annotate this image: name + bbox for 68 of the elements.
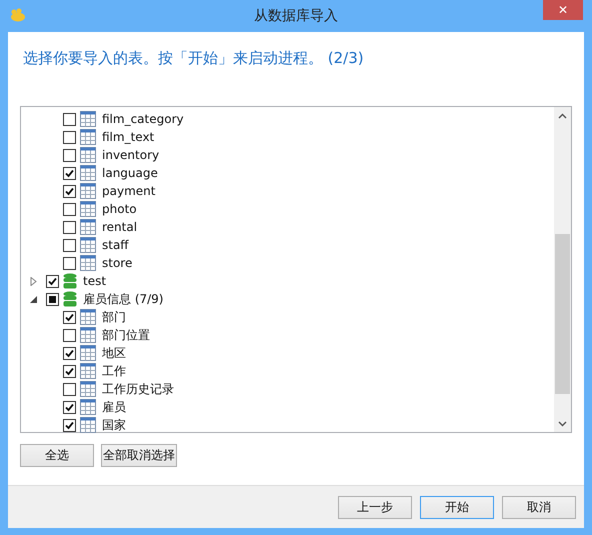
table-icon bbox=[80, 381, 96, 397]
table-name[interactable]: film_text bbox=[102, 130, 154, 144]
table-name[interactable]: payment bbox=[102, 184, 156, 198]
checkbox[interactable] bbox=[63, 238, 76, 252]
table-name[interactable]: photo bbox=[102, 202, 137, 216]
checkbox[interactable] bbox=[63, 112, 76, 126]
window-title: 从数据库导入 bbox=[254, 7, 338, 25]
database-name[interactable]: 雇员信息 (7/9) bbox=[83, 290, 164, 308]
table-name[interactable]: language bbox=[102, 166, 158, 180]
checkbox[interactable] bbox=[46, 274, 59, 288]
checkbox[interactable] bbox=[63, 130, 76, 144]
footer-button[interactable]: 上一步 bbox=[338, 496, 412, 518]
footer-button[interactable]: 取消 bbox=[502, 496, 576, 518]
database-icon bbox=[63, 273, 77, 289]
checkbox[interactable] bbox=[63, 166, 76, 180]
checkbox[interactable] bbox=[63, 220, 76, 234]
deselect-all-button[interactable]: 全部取消选择 bbox=[101, 444, 177, 467]
table-icon bbox=[80, 111, 96, 127]
scrollbar[interactable] bbox=[554, 107, 571, 432]
footer-button[interactable]: 开始 bbox=[420, 496, 494, 518]
table-name[interactable]: staff bbox=[102, 238, 129, 252]
checkbox[interactable] bbox=[63, 202, 76, 216]
database-icon bbox=[63, 291, 77, 307]
table-icon bbox=[80, 255, 96, 271]
table-name[interactable]: 部门位置 bbox=[102, 326, 150, 344]
checkbox[interactable] bbox=[46, 292, 59, 306]
table-icon bbox=[80, 237, 96, 253]
instruction-text: 选择你要导入的表。按「开始」来启动进程。 (2/3) bbox=[23, 49, 365, 69]
table-name[interactable]: 雇员 bbox=[102, 398, 126, 416]
table-icon bbox=[80, 399, 96, 415]
checkbox[interactable] bbox=[63, 184, 76, 198]
table-icon bbox=[80, 417, 96, 433]
checkbox[interactable] bbox=[63, 148, 76, 162]
table-icon bbox=[80, 327, 96, 343]
checkbox[interactable] bbox=[63, 418, 76, 432]
table-name[interactable]: 地区 bbox=[102, 344, 126, 362]
table-icon bbox=[80, 183, 96, 199]
table-name[interactable]: rental bbox=[102, 220, 138, 234]
checkbox[interactable] bbox=[63, 310, 76, 324]
table-icon bbox=[80, 129, 96, 145]
checkbox[interactable] bbox=[63, 400, 76, 414]
table-name[interactable]: 工作历史记录 bbox=[102, 380, 174, 398]
checkbox[interactable] bbox=[63, 364, 76, 378]
table-icon bbox=[80, 219, 96, 235]
table-name[interactable]: 国家 bbox=[102, 416, 126, 434]
table-name[interactable]: 工作 bbox=[102, 362, 126, 380]
checkbox[interactable] bbox=[63, 346, 76, 360]
checkbox[interactable] bbox=[63, 328, 76, 342]
table-name[interactable]: film_category bbox=[102, 112, 184, 126]
table-icon bbox=[80, 345, 96, 361]
table-icon bbox=[80, 309, 96, 325]
table-icon bbox=[80, 147, 96, 163]
database-name[interactable]: test bbox=[83, 274, 106, 288]
table-icon bbox=[80, 165, 96, 181]
table-name[interactable]: store bbox=[102, 256, 132, 270]
table-name[interactable]: inventory bbox=[102, 148, 160, 162]
table-name[interactable]: 部门 bbox=[102, 308, 126, 326]
table-icon bbox=[80, 201, 96, 217]
checkbox[interactable] bbox=[63, 382, 76, 396]
scroll-down-icon[interactable] bbox=[558, 420, 567, 426]
close-button[interactable]: ✕ bbox=[543, 0, 583, 20]
scroll-up-icon[interactable] bbox=[558, 112, 567, 118]
collapse-icon[interactable] bbox=[29, 294, 38, 304]
app-icon bbox=[10, 8, 26, 22]
table-icon bbox=[80, 363, 96, 379]
select-all-button[interactable]: 全选 bbox=[20, 444, 94, 467]
checkbox[interactable] bbox=[63, 256, 76, 270]
expand-icon[interactable] bbox=[29, 276, 38, 286]
